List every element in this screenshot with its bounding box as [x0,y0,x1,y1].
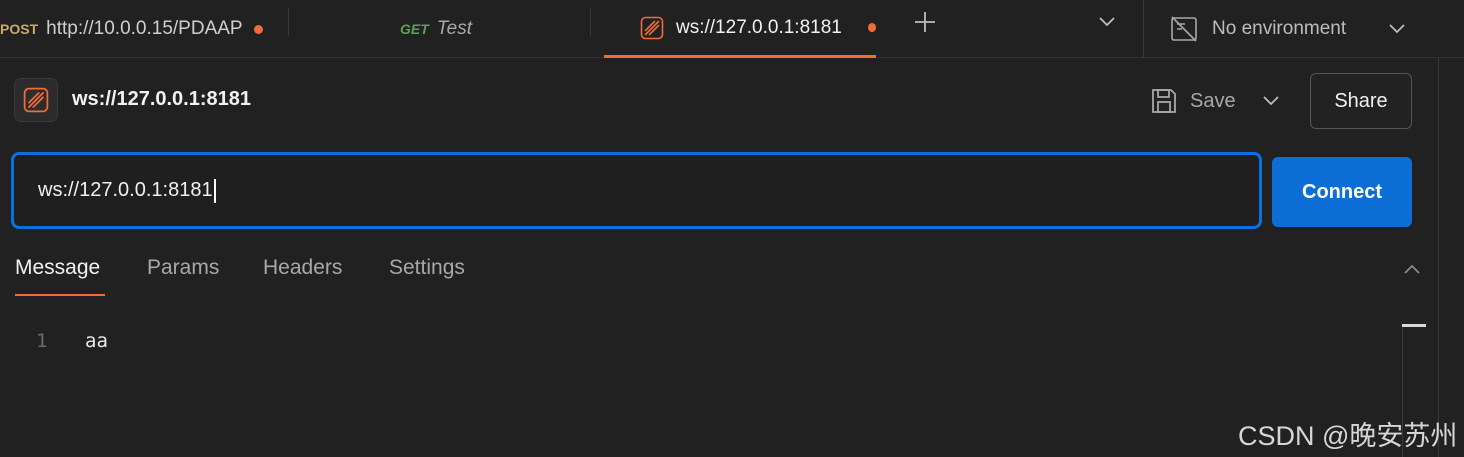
tab-post-pdaap[interactable]: POST http://10.0.0.15/PDAAP [0,0,263,58]
url-value: ws://127.0.0.1:8181 [38,179,213,201]
unsaved-dot-icon [253,24,263,34]
tab-headers[interactable]: Headers [263,256,342,280]
url-input[interactable]: ws://127.0.0.1:8181 [11,152,1262,229]
new-tab-plus-icon[interactable] [912,9,938,35]
tab-settings[interactable]: Settings [389,256,465,280]
tab-divider [590,8,591,36]
request-tab-bar: POST http://10.0.0.15/PDAAP GET Test ws:… [0,0,1464,58]
line-number: 1 [36,330,48,352]
tab-params[interactable]: Params [147,256,219,280]
save-options-chevron-down-icon[interactable] [1262,95,1280,107]
tab-message[interactable]: Message [15,256,100,280]
tab-label: ws://127.0.0.1:8181 [676,16,842,38]
watermark: CSDN @晚安苏州 [1238,421,1458,451]
connect-button[interactable]: Connect [1272,157,1412,227]
right-panel-divider [1438,58,1439,457]
tab-method: GET [400,21,429,37]
collapse-chevron-up-icon[interactable] [1401,258,1423,280]
tab-websocket[interactable]: ws://127.0.0.1:8181 [604,0,876,58]
tab-get-test[interactable]: GET Test [400,0,472,58]
websocket-icon [640,16,664,40]
tab-label: Test [436,18,472,39]
tab-divider [288,8,289,36]
request-title[interactable]: ws://127.0.0.1:8181 [72,88,251,111]
share-button[interactable]: Share [1310,73,1412,129]
no-environment-icon [1170,16,1198,42]
tabs-overflow-chevron-down-icon[interactable] [1096,11,1118,33]
environment-label: No environment [1212,18,1347,39]
tab-label: http://10.0.0.15/PDAAP [46,18,243,39]
tab-method: POST [0,21,39,37]
save-icon[interactable] [1150,87,1178,115]
editor-scrollbar-thumb[interactable] [1402,324,1426,327]
save-group: Save [1150,80,1280,122]
unsaved-dot-icon [867,23,876,32]
environment-chevron-down-icon [1388,23,1406,35]
websocket-request-icon [14,78,58,122]
save-button[interactable]: Save [1190,90,1236,113]
message-editor-line[interactable]: aa [85,330,108,352]
text-caret [213,178,216,203]
environment-selector[interactable]: No environment [1170,0,1440,58]
env-divider [1143,0,1144,58]
active-tab-indicator [15,294,105,296]
